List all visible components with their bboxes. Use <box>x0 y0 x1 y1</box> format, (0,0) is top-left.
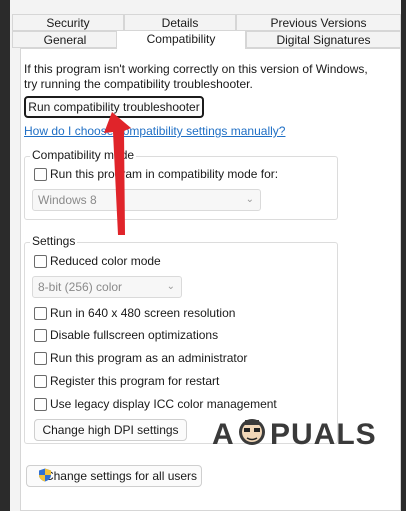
tab-compatibility[interactable]: Compatibility <box>116 30 246 49</box>
red-arrow-icon <box>104 112 131 235</box>
annotation-arrow <box>104 112 131 235</box>
